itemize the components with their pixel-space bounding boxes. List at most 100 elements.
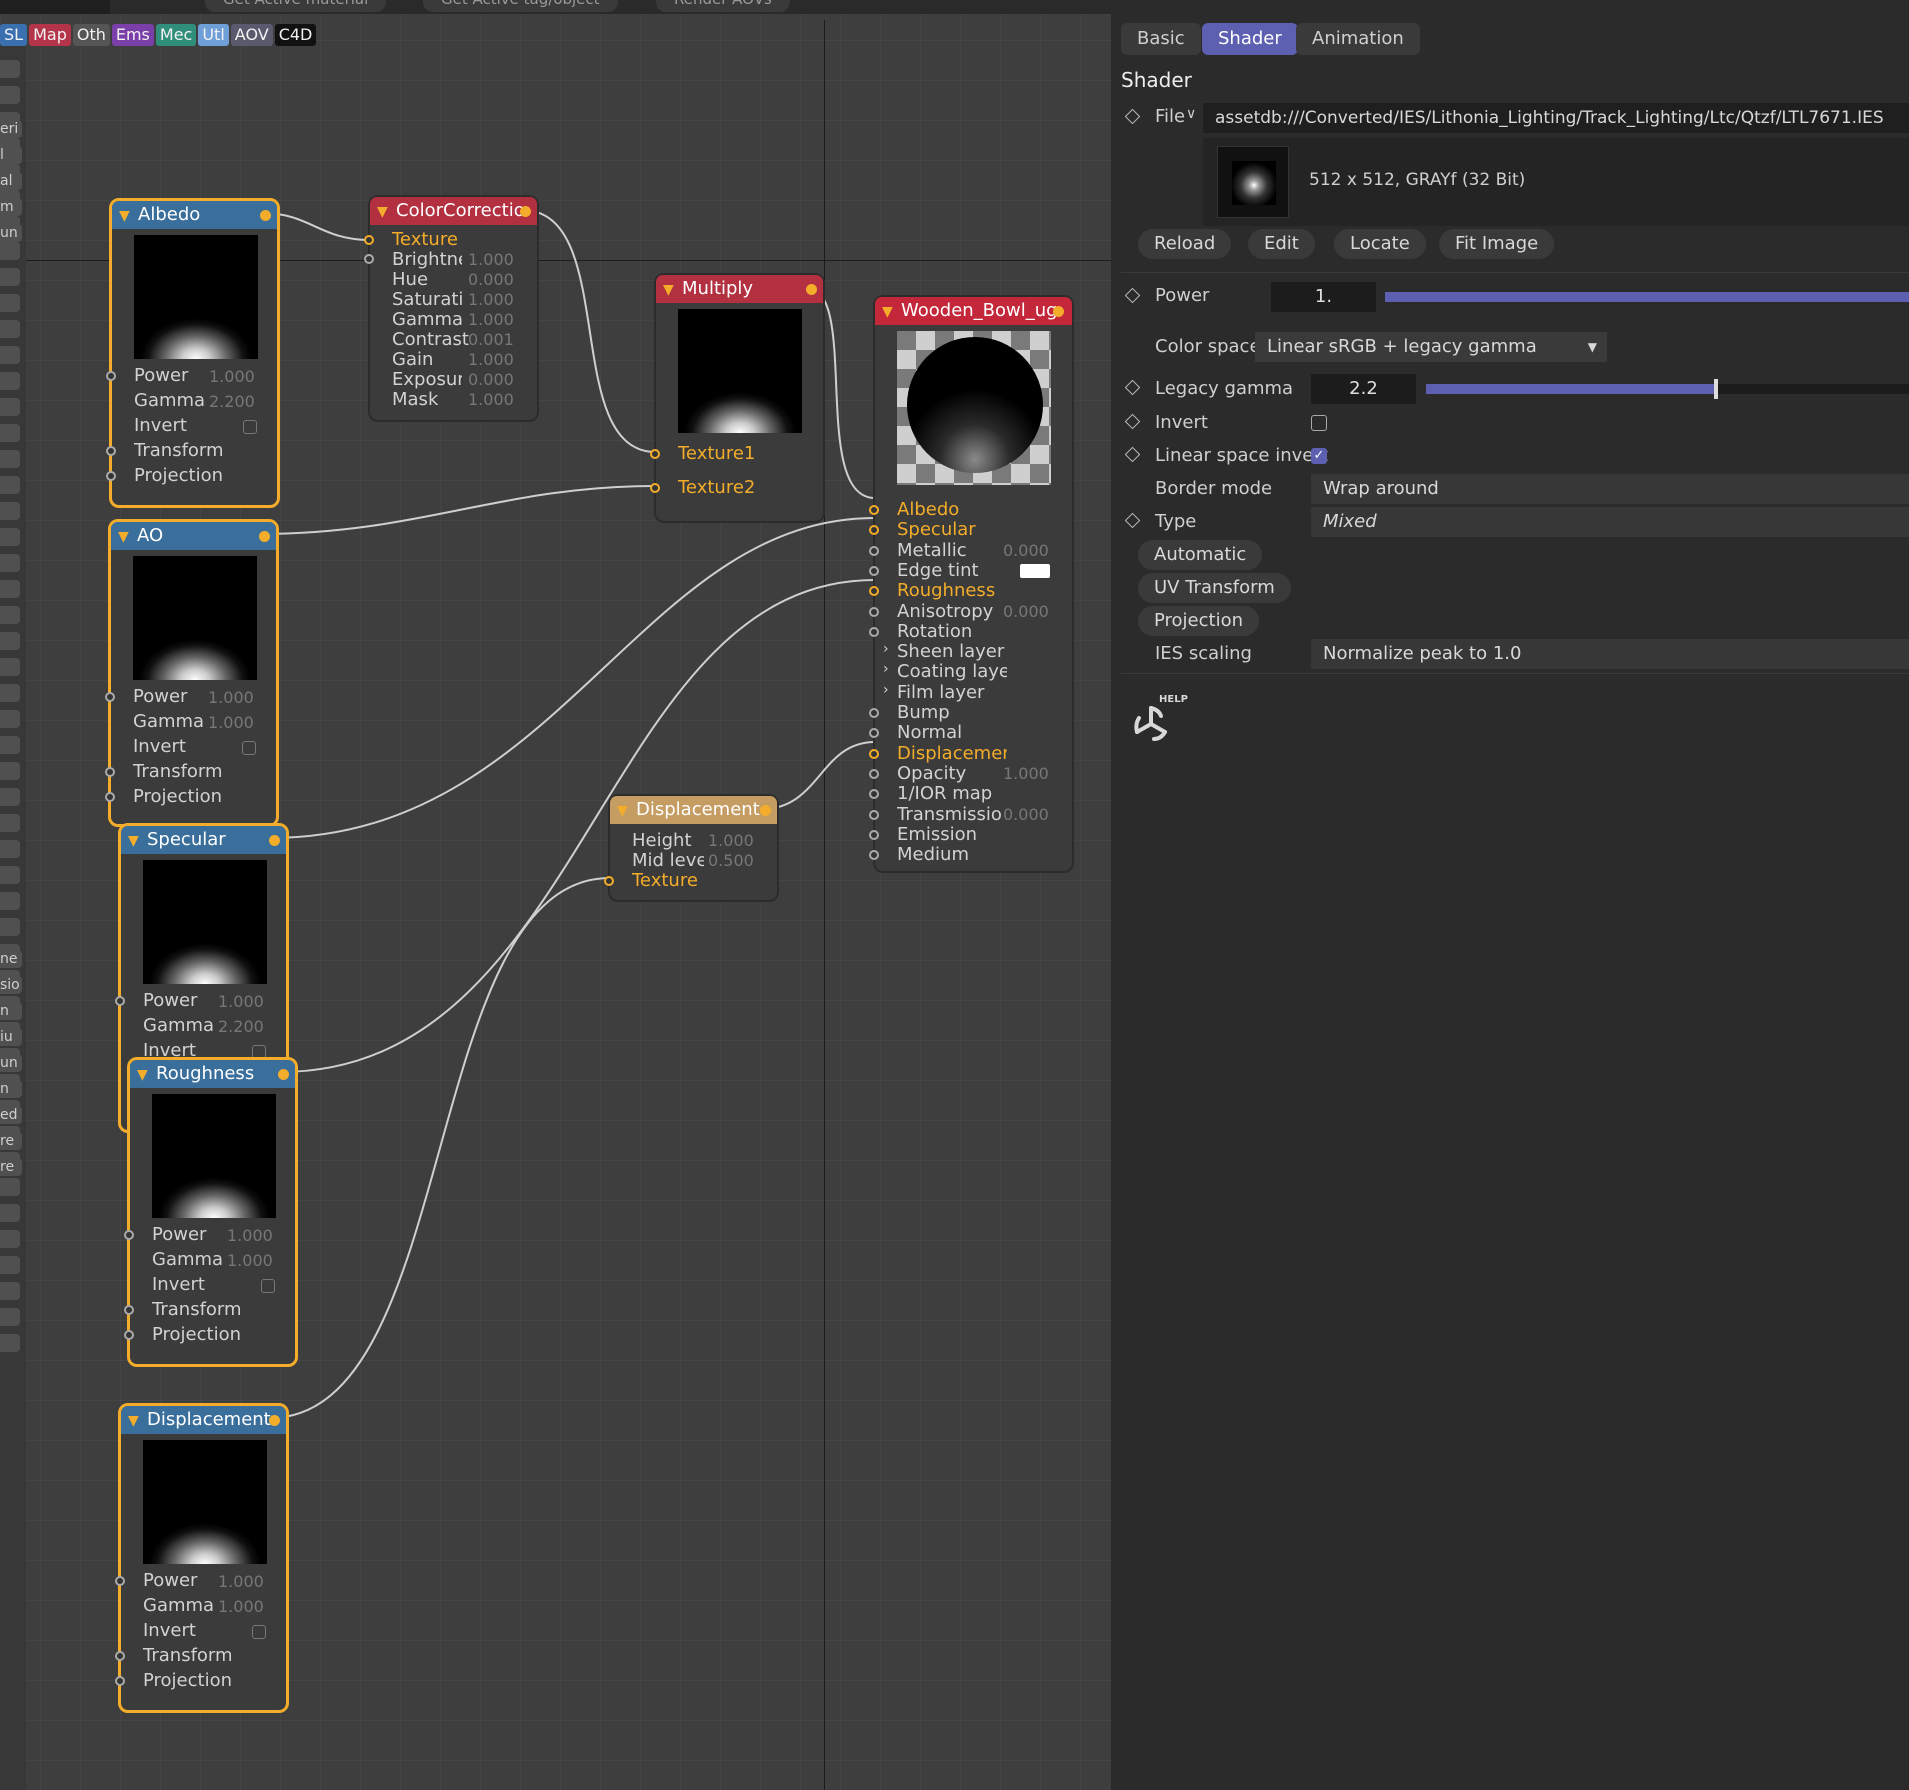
- keyframe-diamond-icon[interactable]: [1124, 287, 1141, 304]
- palette-slot[interactable]: [0, 1334, 20, 1352]
- palette-slot[interactable]: [0, 450, 20, 468]
- input-port[interactable]: [869, 789, 879, 800]
- locate-button[interactable]: Locate: [1334, 229, 1426, 259]
- output-port[interactable]: [269, 1415, 280, 1426]
- param-gamma-value[interactable]: 1.000: [227, 1251, 273, 1270]
- param-height-value[interactable]: 1.000: [708, 831, 754, 850]
- input-port-power[interactable]: [124, 1230, 134, 1240]
- input-port-transform[interactable]: [115, 1651, 125, 1661]
- input-port[interactable]: [869, 829, 879, 840]
- palette-item[interactable]: ne: [0, 950, 22, 968]
- collapse-triangle-icon[interactable]: ▼: [137, 1061, 148, 1088]
- keyframe-diamond-icon[interactable]: [1124, 446, 1141, 463]
- input-port[interactable]: [869, 768, 879, 779]
- output-port[interactable]: [278, 1069, 289, 1080]
- palette-item[interactable]: al: [0, 172, 22, 190]
- material-param-value[interactable]: 0.000: [1003, 805, 1049, 824]
- palette-item[interactable]: m: [0, 198, 22, 216]
- category-map[interactable]: Map: [29, 24, 71, 46]
- input-port[interactable]: [869, 809, 879, 820]
- palette-slot[interactable]: [0, 60, 20, 78]
- input-port-projection[interactable]: [105, 792, 115, 802]
- slider-handle[interactable]: [1714, 379, 1718, 399]
- collapse-triangle-icon[interactable]: ▼: [663, 276, 674, 303]
- param-gain-value[interactable]: 1.000: [468, 350, 514, 369]
- param-gamma-value[interactable]: 2.200: [209, 392, 255, 411]
- palette-slot[interactable]: [0, 684, 20, 702]
- param-power-value[interactable]: 1.000: [227, 1226, 273, 1245]
- palette-slot[interactable]: [0, 294, 20, 312]
- node-header[interactable]: ▼ Wooden_Bowl_ug: [875, 297, 1072, 325]
- palette-slot[interactable]: [0, 554, 20, 572]
- invert-checkbox[interactable]: [1311, 415, 1327, 431]
- linear-space-invert-checkbox[interactable]: ✓: [1311, 448, 1327, 464]
- param-gamma-value[interactable]: 1.000: [208, 713, 254, 732]
- output-port[interactable]: [259, 531, 270, 542]
- palette-slot[interactable]: [0, 528, 20, 546]
- ies-scaling-select[interactable]: Normalize peak to 1.0: [1311, 639, 1909, 669]
- input-port-transform[interactable]: [124, 1305, 134, 1315]
- node-material[interactable]: ▼ Wooden_Bowl_ug Albedo Specular Metallic 0.…: [869, 295, 1074, 873]
- palette-slot[interactable]: [0, 840, 20, 858]
- param-power-value[interactable]: 1.000: [218, 1572, 264, 1591]
- collapse-triangle-icon[interactable]: ▼: [119, 202, 130, 229]
- material-param-value[interactable]: 0.000: [1003, 541, 1049, 560]
- palette-slot[interactable]: [0, 320, 20, 338]
- input-port[interactable]: [869, 748, 879, 759]
- input-port[interactable]: [869, 505, 879, 515]
- param-mid-level-value[interactable]: 0.500: [708, 851, 754, 870]
- palette-item[interactable]: un: [0, 224, 22, 242]
- palette-slot[interactable]: [0, 1256, 20, 1274]
- collapse-triangle-icon[interactable]: ▼: [128, 827, 139, 854]
- automatic-group-button[interactable]: Automatic: [1138, 540, 1263, 570]
- uv-transform-group-button[interactable]: UV Transform: [1138, 573, 1291, 603]
- expand-chevron-icon[interactable]: ›: [883, 682, 889, 698]
- output-port[interactable]: [1053, 306, 1064, 317]
- input-port[interactable]: [869, 850, 879, 861]
- palette-slot[interactable]: [0, 1308, 20, 1326]
- reload-button[interactable]: Reload: [1138, 229, 1232, 259]
- category-utl[interactable]: Utl: [198, 24, 229, 46]
- node-displacement-texture[interactable]: ▼ Displacement Power 1.000 Gamma 1.000 In…: [115, 1403, 289, 1713]
- palette-slot[interactable]: [0, 606, 20, 624]
- palette-item[interactable]: re: [0, 1158, 22, 1176]
- palette-slot[interactable]: [0, 268, 20, 286]
- input-port-power[interactable]: [105, 692, 115, 702]
- node-multiply[interactable]: ▼ Multiply Texture1 Texture2: [650, 273, 825, 523]
- node-header[interactable]: ▼ Roughness: [130, 1060, 295, 1088]
- node-editor[interactable]: Get Active material Get Active tag/objec…: [0, 0, 1111, 1790]
- palette-slot[interactable]: [0, 1178, 20, 1196]
- node-header[interactable]: ▼ Displacement: [121, 1406, 286, 1434]
- input-port[interactable]: [869, 545, 879, 556]
- palette-slot[interactable]: [0, 398, 20, 416]
- category-mec[interactable]: Mec: [155, 24, 197, 46]
- param-contrast-value[interactable]: 0.001: [468, 330, 514, 349]
- collapse-triangle-icon[interactable]: ▼: [128, 1407, 139, 1434]
- node-displacement[interactable]: ▼ Displacement Height 1.000 Mid leve 0.50…: [604, 794, 779, 902]
- category-c4d[interactable]: C4D: [274, 24, 317, 46]
- palette-item[interactable]: n: [0, 1080, 22, 1098]
- input-port-texture[interactable]: [604, 876, 614, 886]
- border-mode-select[interactable]: Wrap around: [1311, 474, 1909, 504]
- palette-slot[interactable]: [0, 892, 20, 910]
- input-port-projection[interactable]: [124, 1330, 134, 1340]
- file-path-field[interactable]: assetdb:///Converted/IES/Lithonia_Lighti…: [1203, 103, 1909, 133]
- color-space-select[interactable]: Linear sRGB + legacy gamma ▼: [1255, 332, 1607, 362]
- palette-item[interactable]: eri: [0, 120, 22, 138]
- param-power-value[interactable]: 1.000: [209, 367, 255, 386]
- node-header[interactable]: ▼ Specular: [121, 826, 286, 854]
- category-ems[interactable]: Ems: [111, 24, 154, 46]
- get-active-material-button[interactable]: Get Active material: [205, 0, 387, 12]
- palette-slot[interactable]: [0, 658, 20, 676]
- output-port[interactable]: [760, 805, 771, 816]
- palette-item[interactable]: iu: [0, 1028, 22, 1046]
- palette-slot[interactable]: [0, 736, 20, 754]
- collapse-triangle-icon[interactable]: ▼: [882, 298, 893, 325]
- tab-animation[interactable]: Animation: [1296, 23, 1420, 55]
- keyframe-diamond-icon[interactable]: [1124, 108, 1141, 125]
- param-power-value[interactable]: 1.000: [218, 992, 264, 1011]
- collapse-triangle-icon[interactable]: ▼: [377, 198, 388, 225]
- input-port[interactable]: [869, 626, 879, 637]
- input-port-power[interactable]: [106, 371, 116, 381]
- input-port-texture[interactable]: [364, 235, 374, 245]
